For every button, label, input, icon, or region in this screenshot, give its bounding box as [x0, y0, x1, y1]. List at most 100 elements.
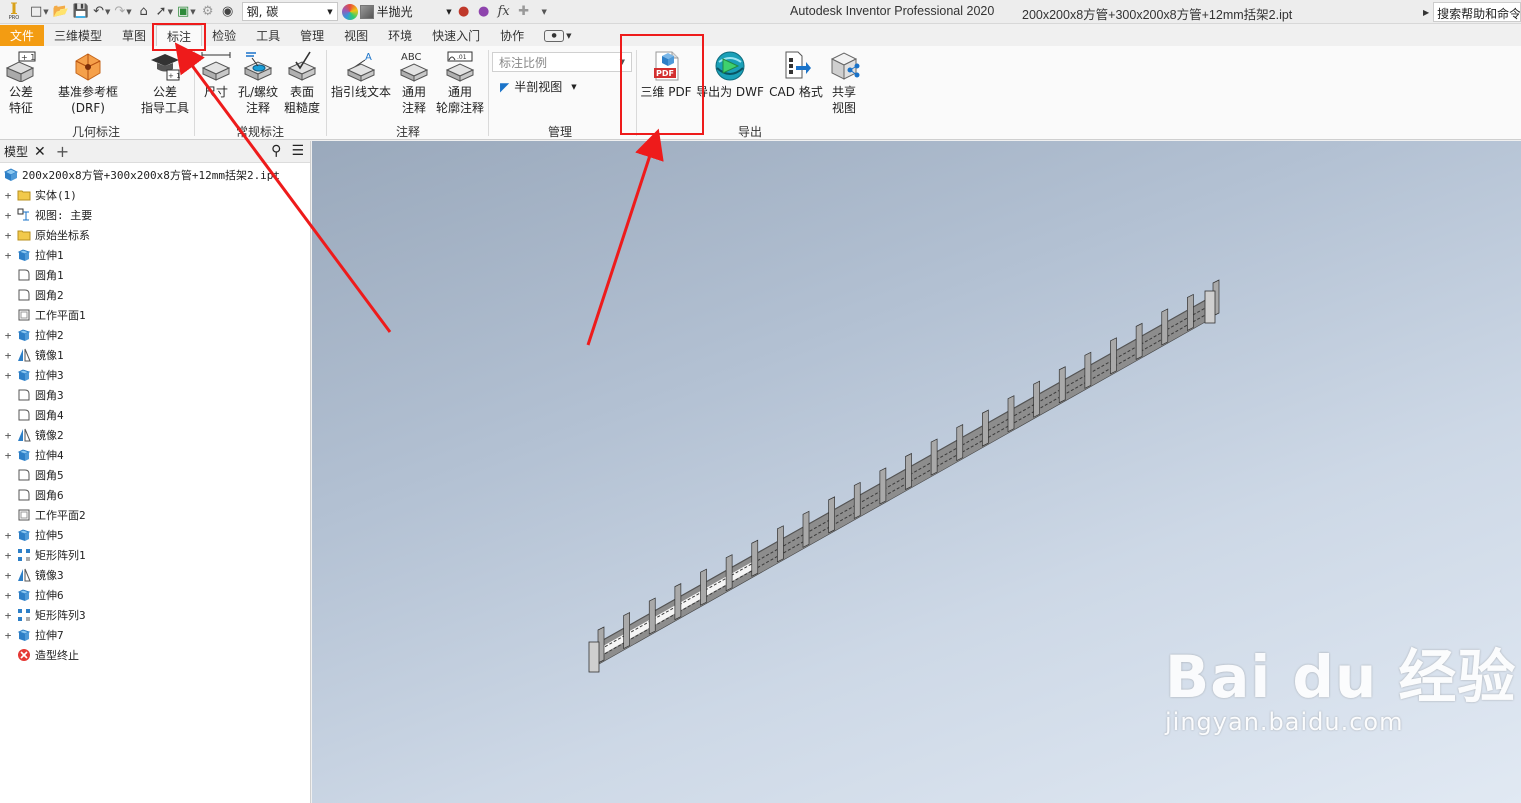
bracket — [879, 467, 887, 505]
tree-item[interactable]: + 镜像1 — [0, 345, 310, 365]
export-dwf-button[interactable]: 导出为 DWF — [694, 50, 766, 100]
parameters-fx-icon[interactable]: fx — [494, 1, 514, 23]
expand-plus-icon[interactable]: + — [3, 429, 13, 442]
ilogic-icon[interactable]: ⚙ — [198, 1, 218, 23]
appearance-ball-icon[interactable] — [341, 3, 358, 20]
cad-format-button[interactable]: CAD 格式 — [768, 50, 824, 100]
design-doctor-icon[interactable]: ◉ — [218, 1, 238, 23]
expand-plus-icon[interactable]: + — [3, 569, 13, 582]
tree-item[interactable]: 圆角5 — [0, 465, 310, 485]
share-view-button[interactable]: 共享 视图 — [824, 50, 864, 116]
tree-item[interactable]: 圆角6 — [0, 485, 310, 505]
search-icon[interactable]: ⚲ — [271, 143, 281, 159]
material-value: 钢, 碳 — [246, 5, 279, 19]
app-logo[interactable]: I PRO — [0, 0, 28, 24]
help-search[interactable]: ▶ 搜索帮助和命令 — [1423, 2, 1521, 22]
new-file-icon[interactable]: □ ▼ — [28, 1, 51, 23]
surface-texture-button[interactable]: 表面 粗糙度 — [282, 50, 322, 116]
menu-icon[interactable]: ☰ — [291, 143, 304, 159]
tree-item[interactable]: 圆角3 — [0, 385, 310, 405]
general-note-button[interactable]: ABC 通用 注释 — [394, 50, 434, 116]
add-icon[interactable]: ✚ — [514, 1, 534, 23]
tree-item[interactable]: + 拉伸1 — [0, 245, 310, 265]
update-icon[interactable]: ▣ ▼ — [175, 1, 198, 23]
tab-collaborate[interactable]: 协作 — [490, 25, 534, 46]
svg-text:.01: .01 — [457, 54, 467, 61]
tree-item[interactable]: + 拉伸2 — [0, 325, 310, 345]
tree-item[interactable]: + 拉伸4 — [0, 445, 310, 465]
tree-item-label: 镜像3 — [35, 569, 64, 582]
adjust-appearance-icon[interactable]: ● — [454, 1, 474, 23]
expand-plus-icon[interactable]: + — [3, 629, 13, 642]
tree-item[interactable]: + 拉伸3 — [0, 365, 310, 385]
browser-tab-model[interactable]: 模型 — [4, 143, 34, 160]
tab-view[interactable]: 视图 — [334, 25, 378, 46]
material-dropdown[interactable]: 钢, 碳 ▼ — [241, 2, 338, 21]
expand-plus-icon[interactable]: + — [3, 249, 13, 262]
dimension-button[interactable]: 尺寸 — [198, 50, 234, 100]
hole-thread-notes-button[interactable]: 孔/螺纹 注释 — [236, 50, 280, 116]
open-folder-icon[interactable]: 📂 — [51, 1, 71, 23]
tree-item-label: 视图: 主要 — [35, 209, 93, 222]
tree-item[interactable]: + 拉伸6 — [0, 585, 310, 605]
tree-item[interactable]: 圆角1 — [0, 265, 310, 285]
select-icon[interactable]: ➚ ▼ — [154, 1, 175, 23]
expand-plus-icon[interactable]: + — [3, 369, 13, 382]
general-profile-note-button[interactable]: .01 通用 轮廓注释 — [434, 50, 486, 116]
clear-appearance-icon[interactable]: ● — [474, 1, 494, 23]
tree-item[interactable]: + 实体(1) — [0, 185, 310, 205]
undo-icon[interactable]: ↶ ▼ — [91, 1, 112, 23]
redo-icon[interactable]: ↷ ▼ — [112, 1, 133, 23]
expand-plus-icon[interactable]: + — [3, 189, 13, 202]
half-section-view-button[interactable]: ◤ 半剖视图 ▼ — [500, 78, 577, 95]
tree-item[interactable]: 圆角2 — [0, 285, 310, 305]
tab-get-started[interactable]: 快速入门 — [422, 25, 490, 46]
tree-root[interactable]: 200x200x8方管+300x200x8方管+12mm括架2.ipt — [0, 165, 310, 185]
expand-plus-icon[interactable]: + — [3, 349, 13, 362]
tree-item[interactable]: + 原始坐标系 — [0, 225, 310, 245]
leader-text-button[interactable]: A 指引线文本 — [330, 50, 392, 100]
tree-item[interactable]: + 拉伸5 — [0, 525, 310, 545]
tree-item-label: 圆角4 — [35, 409, 64, 422]
save-icon[interactable]: 💾 — [71, 1, 91, 23]
expand-plus-icon[interactable]: + — [3, 449, 13, 462]
customize-qat-icon[interactable]: ▼ — [534, 1, 554, 23]
tree-item[interactable]: 工作平面2 — [0, 505, 310, 525]
tab-inspect[interactable]: 检验 — [202, 25, 246, 46]
tree-item[interactable]: + 矩形阵列1 — [0, 545, 310, 565]
tree-item[interactable]: 造型终止 — [0, 645, 310, 665]
tab-file[interactable]: 文件 — [0, 25, 45, 46]
tree-item[interactable]: + 镜像3 — [0, 565, 310, 585]
expand-plus-icon[interactable]: + — [3, 589, 13, 602]
tab-tools[interactable]: 工具 — [246, 25, 290, 46]
expand-plus-icon[interactable]: + — [3, 229, 13, 242]
home-icon[interactable]: ⌂ — [134, 1, 154, 23]
help-search-input[interactable]: 搜索帮助和命令 — [1433, 2, 1521, 22]
appearance-dropdown[interactable]: 半抛光 ▼ — [358, 2, 454, 21]
expand-arrow-icon[interactable]: ▶ — [1423, 8, 1429, 17]
tab-environments[interactable]: 环境 — [378, 25, 422, 46]
tree-item[interactable]: 工作平面1 — [0, 305, 310, 325]
tree-item[interactable]: + 矩形阵列3 — [0, 605, 310, 625]
bracket — [1058, 366, 1066, 404]
tolerance-feature-button[interactable]: + 1 公差 特征 — [4, 50, 38, 116]
ribbon-tabs: 文件 三维模型 草图 标注 检验 工具 管理 视图 环境 快速入门 协作 ● ▼ — [0, 25, 1521, 46]
close-icon[interactable]: ✕ — [34, 144, 46, 160]
tab-sketch[interactable]: 草图 — [112, 25, 156, 46]
expand-plus-icon[interactable]: + — [3, 529, 13, 542]
expand-plus-icon[interactable]: + — [3, 609, 13, 622]
drf-button[interactable]: 基准参考框(DRF) — [42, 50, 134, 116]
tree-item[interactable]: + 拉伸7 — [0, 625, 310, 645]
expand-plus-icon[interactable]: + — [3, 209, 13, 222]
tree-item[interactable]: 圆角4 — [0, 405, 310, 425]
tab-manage[interactable]: 管理 — [290, 25, 334, 46]
tab-3d-model[interactable]: 三维模型 — [44, 25, 112, 46]
tolerance-advisor-button[interactable]: + 1 公差 指导工具 — [140, 50, 190, 116]
tree-item[interactable]: + 视图: 主要 — [0, 205, 310, 225]
annotation-scale-dropdown[interactable]: 标注比例 ▼ — [492, 52, 632, 72]
expand-plus-icon[interactable]: + — [3, 549, 13, 562]
tree-item[interactable]: + 镜像2 — [0, 425, 310, 445]
expand-plus-icon[interactable]: + — [3, 329, 13, 342]
ribbon-display-toggle[interactable]: ● ▼ — [534, 25, 581, 46]
add-browser-tab-icon[interactable]: + — [56, 142, 69, 161]
